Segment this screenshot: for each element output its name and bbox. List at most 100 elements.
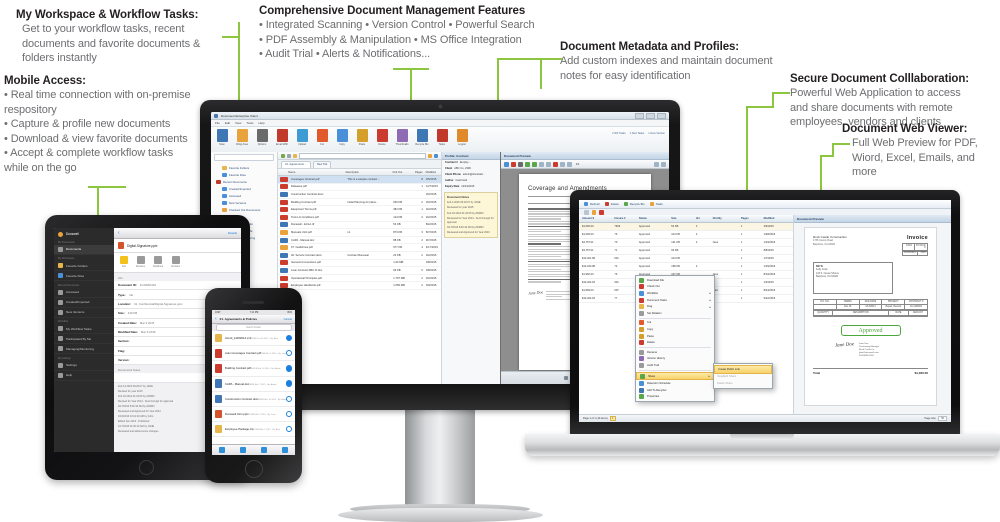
table-row[interactable]: Releases.pdf 1 1/27/2015	[278, 184, 441, 192]
profile-field[interactable]: Expiry Date 12/31/2015	[442, 183, 500, 189]
web-toolbar-button[interactable]: Tasks	[649, 202, 663, 206]
web-grid-headers[interactable]: Amount $ Invoice # Status Size Ver Chd B…	[579, 215, 793, 223]
sidebar-item[interactable]: My Workflow Tasks	[54, 324, 114, 334]
web-toolbar-button[interactable]: Refresh	[584, 202, 600, 206]
menu-tools[interactable]: Tools	[246, 121, 253, 125]
tablet-sidebar-items[interactable]: My Documents Documents My Workspace Favorit…	[54, 238, 114, 381]
tab-agreements[interactable]: 01. Agreements ...	[281, 161, 311, 168]
col-modified[interactable]: Modified	[761, 217, 793, 220]
minimize-button[interactable]	[635, 112, 644, 119]
folder-up-icon[interactable]	[293, 153, 297, 158]
tab-new[interactable]: New Tab	[312, 161, 332, 168]
select-checkbox[interactable]	[285, 395, 292, 403]
preview-toolbar[interactable]: Fit	[501, 160, 669, 169]
tablet-action-buttons[interactable]: Fav Rename Relations Versions	[114, 253, 241, 273]
forward-icon[interactable]	[287, 153, 291, 158]
toolbar-button[interactable]: Copy	[335, 129, 349, 146]
toolbar-button[interactable]: Scan	[215, 129, 229, 146]
table-row[interactable]: $1,060.00 7629 Approved 54 KB 3 1 3/9/2015	[579, 222, 793, 231]
download-icon[interactable]	[219, 447, 226, 453]
sidebar-item[interactable]: Managing/Monitoring	[54, 344, 114, 354]
table-row[interactable]: Docswell - EULA.rtf 54 KB 8/2/2015	[278, 222, 441, 230]
context-menu-item[interactable]: Share ▸	[636, 371, 714, 381]
context-menu-item[interactable]: Cut	[636, 320, 714, 327]
refresh-icon[interactable]	[434, 153, 438, 158]
context-menu-item[interactable]: Flag ▸	[636, 303, 714, 310]
sidebar-item[interactable]: Favorite Folders	[54, 261, 114, 271]
search-icon[interactable]	[428, 153, 432, 158]
tree-node[interactable]: Accessed	[213, 192, 275, 199]
zoom-out-icon[interactable]	[546, 161, 551, 167]
table-row[interactable]: Coverages Contract.pdf This is a sample c…	[278, 176, 441, 184]
email-icon[interactable]	[518, 161, 523, 167]
sidebar-item[interactable]: Accessed	[54, 288, 114, 298]
sidebar-item[interactable]: Help	[54, 371, 114, 381]
toolbar-button[interactable]: Filing Area	[235, 129, 249, 146]
phone-file-list[interactable]: Acord_11062014.xml11MB Jun 03 2015 · By:…	[212, 331, 295, 444]
list-item[interactable]: Docswell Intro.pptx1.2MB Mar 2 2015 · By…	[212, 407, 295, 423]
context-menu-item[interactable]: Set Relation	[636, 310, 714, 317]
tablet-action[interactable]: Versions	[171, 256, 180, 268]
select-checkbox[interactable]	[285, 334, 292, 342]
tree-node[interactable]: Favorite Folders	[213, 164, 275, 171]
toolbar-button[interactable]: Logout	[455, 129, 469, 146]
share-icon[interactable]	[240, 447, 247, 453]
phone-search-bar[interactable]: Search Folder	[212, 324, 295, 331]
tree-node[interactable]: Favorite Files	[213, 171, 275, 178]
list-item[interactable]: CAPA - Manual.doc88KB Mar 7 2015 · By: A…	[212, 377, 295, 392]
context-menu-item[interactable]: Copy	[636, 326, 714, 333]
menu-view[interactable]: View	[235, 121, 241, 125]
app-menubar[interactable]: File Edit View Tools Help	[211, 120, 669, 127]
toolbar-button[interactable]: Delete	[375, 129, 389, 146]
page-size-select[interactable]: 50	[938, 416, 947, 421]
document-rows[interactable]: Coverages Contract.pdf This is a sample c…	[278, 176, 441, 290]
context-menu-item[interactable]: Add To Recycler	[636, 387, 714, 394]
current-page-button[interactable]: 1	[609, 416, 616, 421]
table-row[interactable]: 02. Service Contract.docx Contract Renewa…	[278, 252, 441, 260]
list-item[interactable]: Construction Contract.docx23KB Mar 10 20…	[212, 392, 295, 407]
context-menu-item[interactable]: Delete	[636, 339, 714, 346]
table-row[interactable]: Employee Handbook.pdf 1.056 MB 2 3/9/2015	[278, 282, 441, 290]
select-checkbox[interactable]	[285, 426, 292, 433]
table-row[interactable]: $12,420.98 72 Approved 198 KB 2 1 1/15/2015	[579, 263, 793, 271]
tablet-navbar[interactable]: ‹ Details	[114, 228, 241, 239]
col-pages[interactable]: Pages	[408, 171, 423, 174]
col-modified[interactable]: Modified	[423, 171, 441, 174]
tree-node[interactable]: Checked Out Documents	[213, 206, 275, 213]
print-icon[interactable]	[511, 161, 516, 167]
context-menu-item[interactable]: Version History	[636, 356, 714, 363]
toolbar-button[interactable]: Upload	[295, 129, 309, 146]
select-checkbox[interactable]	[285, 350, 292, 357]
toolbar-status-item[interactable]: 1 New Tasks	[630, 132, 645, 135]
table-row[interactable]: General Conventions.pdf 1.06 MB 3/8/2015	[278, 260, 441, 268]
copy-icon[interactable]	[260, 447, 267, 453]
web-toolbar-button[interactable]: Delete	[604, 202, 619, 206]
table-row[interactable]: $1,636.00 76 Approved 104 KB 2 1 1/28/2015	[579, 231, 793, 239]
fit-width-icon[interactable]	[553, 161, 558, 167]
toolbar-button[interactable]: Email With	[275, 129, 289, 146]
web-document-grid[interactable]: Amount $ Invoice # Status Size Ver Chd B…	[579, 215, 794, 422]
toolbar-button[interactable]: Thumbnails	[395, 129, 409, 146]
phone-home-button[interactable]	[245, 460, 263, 478]
share-submenu[interactable]: Create Public Link View/Edit Share Delete …	[713, 363, 773, 389]
preview-search-icon[interactable]	[654, 161, 659, 167]
delete-icon[interactable]	[281, 447, 288, 453]
list-column-headers[interactable]: Name Description Chk Out Pages Modified	[278, 169, 441, 176]
tablet-file-row[interactable]: Digital-Signature.pptx	[114, 239, 241, 253]
select-checkbox[interactable]	[285, 410, 292, 418]
maximize-button[interactable]	[646, 112, 655, 119]
annotate-icon[interactable]	[567, 161, 572, 167]
search-input[interactable]: Search Folder	[215, 324, 292, 331]
sidebar-item[interactable]: New Versions	[54, 308, 114, 318]
back-icon[interactable]	[281, 153, 285, 158]
col-chdby[interactable]: Chd By	[710, 217, 738, 220]
menu-help[interactable]: Help	[258, 121, 264, 125]
menu-file[interactable]: File	[215, 121, 220, 125]
web-toolbar[interactable]: Refresh Delete Recycle Bin Tasks	[579, 200, 951, 209]
col-chkout[interactable]: Chk Out	[389, 171, 407, 174]
col-name[interactable]: Name	[285, 171, 342, 174]
col-invoice[interactable]: Invoice #	[611, 217, 636, 220]
menu-edit[interactable]: Edit	[225, 121, 230, 125]
select-checkbox[interactable]	[285, 365, 292, 372]
web-toolbar-button[interactable]: Recycle Bin	[623, 202, 645, 206]
